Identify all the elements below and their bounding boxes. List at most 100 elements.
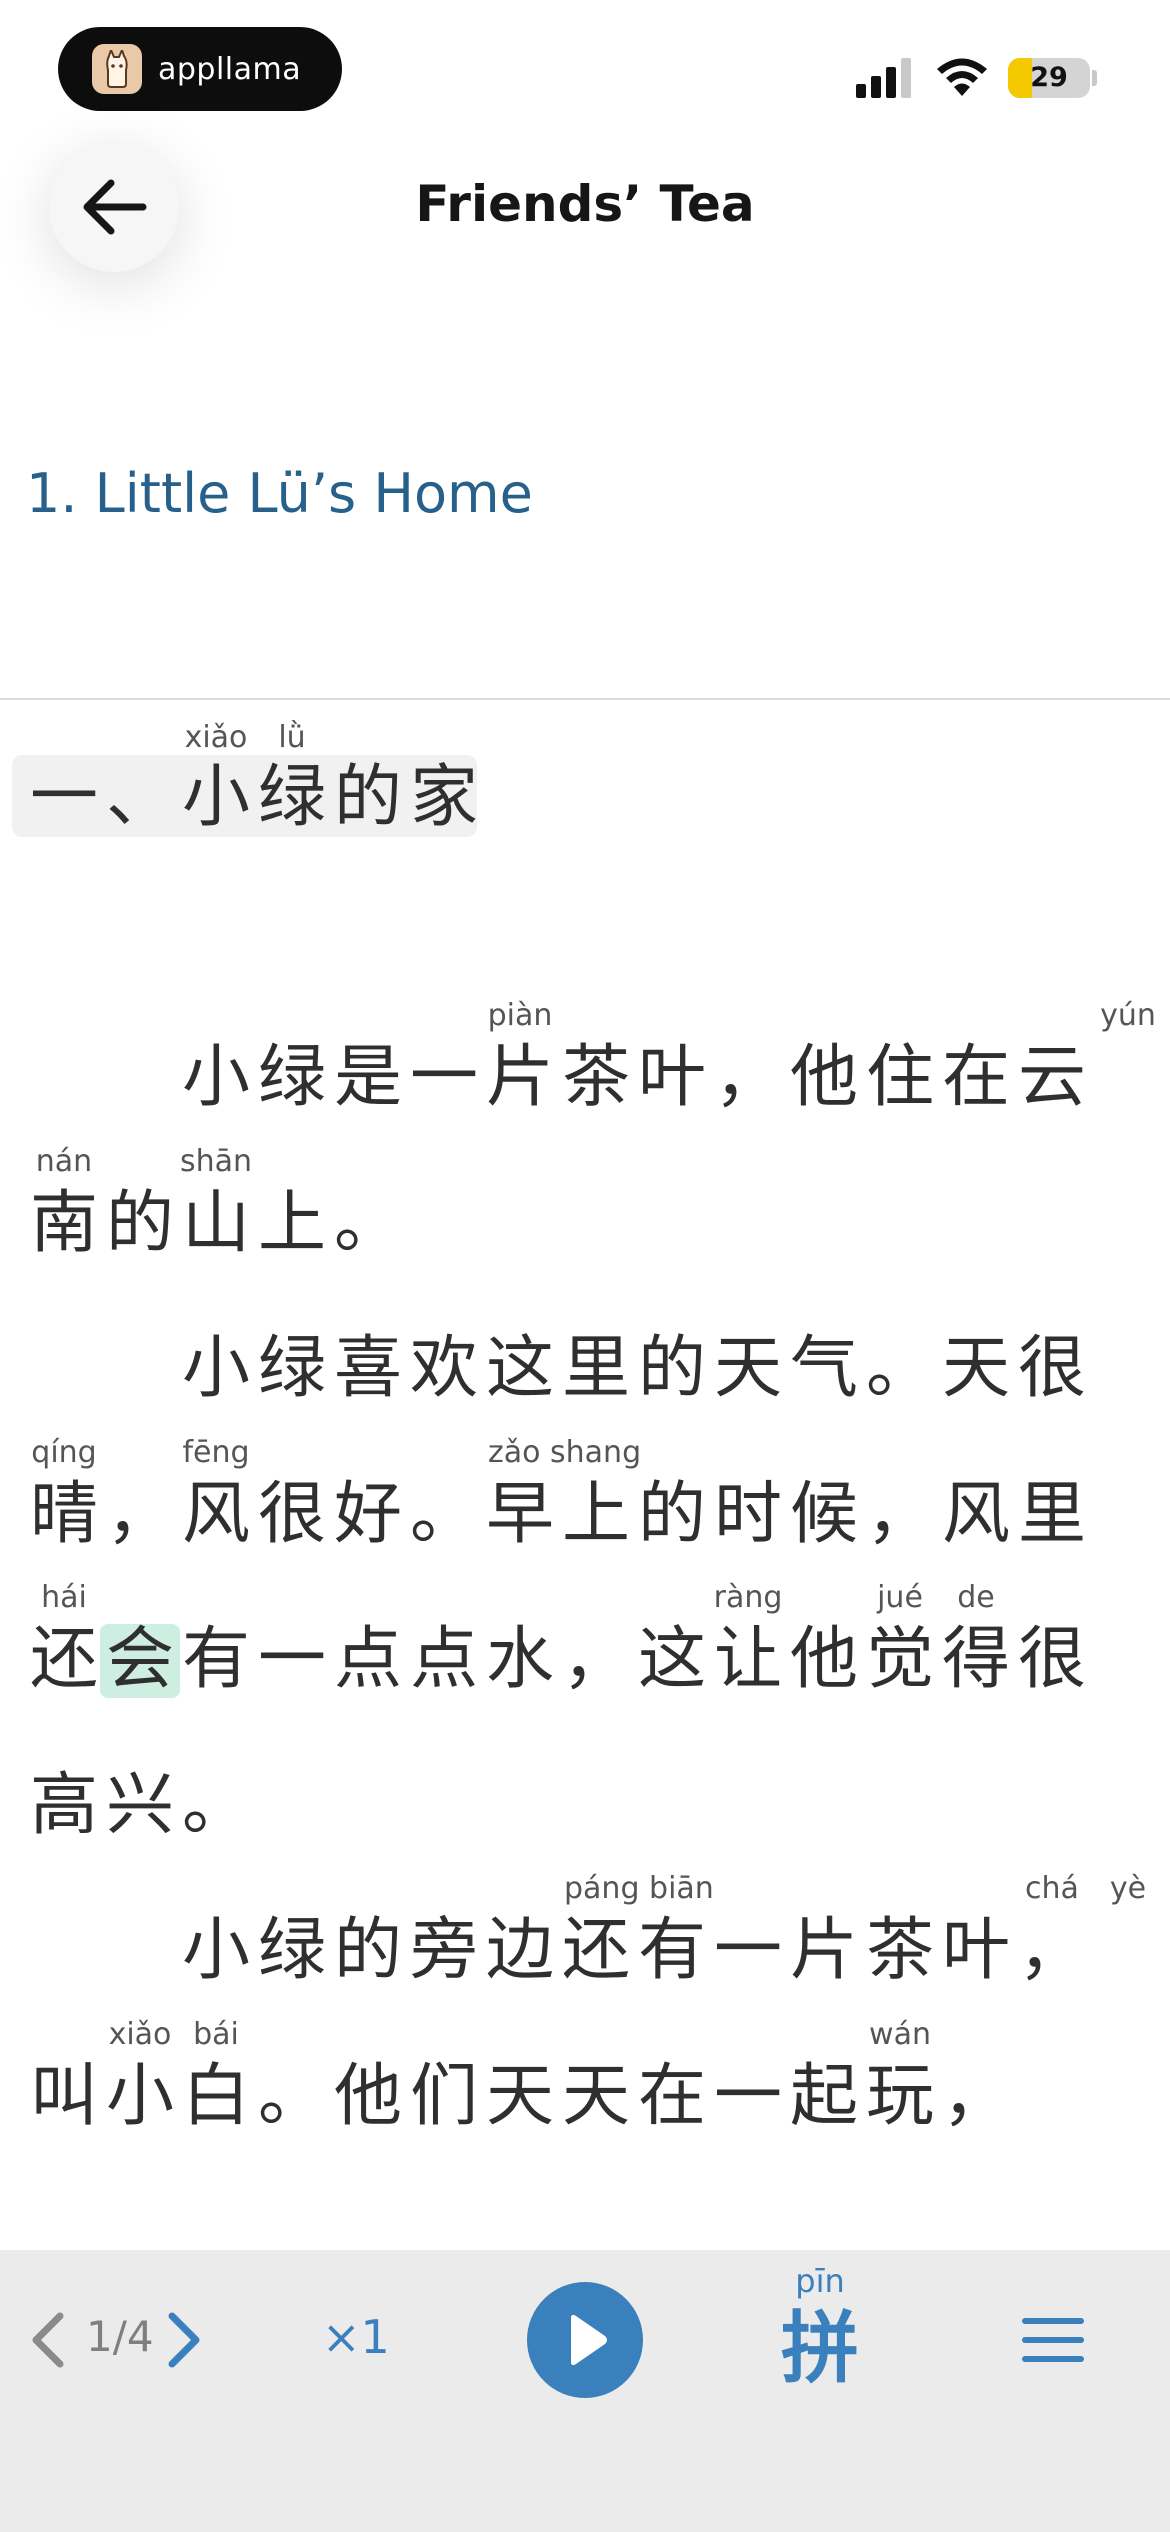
text-character[interactable]: 的	[102, 1186, 178, 1262]
text-character[interactable]: 绿	[254, 1331, 330, 1407]
text-character[interactable]: 天	[938, 1331, 1014, 1407]
text-character[interactable]: 有	[634, 1913, 710, 1989]
text-character[interactable]: 叶	[938, 1913, 1014, 1989]
text-character[interactable]: ，	[862, 1477, 938, 1553]
text-character[interactable]: 是	[330, 1040, 406, 1116]
text-character[interactable]: 高	[26, 1768, 102, 1844]
text-character[interactable]: 候	[786, 1477, 862, 1553]
text-character[interactable]: ，	[558, 1622, 634, 1698]
heading-character[interactable]: 家	[406, 760, 482, 836]
text-character[interactable]: 他	[330, 2059, 406, 2135]
text-character[interactable]: 玩	[862, 2059, 938, 2135]
text-character[interactable]: 点	[330, 1622, 406, 1698]
text-character[interactable]: 云	[1014, 1040, 1090, 1116]
heading-character[interactable]: 、	[102, 760, 178, 836]
text-character[interactable]: 喜	[330, 1331, 406, 1407]
text-character[interactable]: 上	[254, 1186, 330, 1262]
chevron-right-icon[interactable]	[158, 2310, 208, 2370]
play-button[interactable]	[527, 2282, 643, 2398]
text-character[interactable]: 这	[482, 1331, 558, 1407]
text-character[interactable]: 有	[178, 1622, 254, 1698]
text-character[interactable]: 风	[178, 1477, 254, 1553]
heading-character[interactable]: 一	[26, 760, 102, 836]
text-character[interactable]: 绿	[254, 1913, 330, 1989]
text-character[interactable]: 他	[786, 1622, 862, 1698]
text-character[interactable]: 旁	[406, 1913, 482, 1989]
text-character[interactable]: 天	[482, 2059, 558, 2135]
text-character[interactable]: 们	[406, 2059, 482, 2135]
text-character[interactable]: 会	[102, 1622, 178, 1698]
heading-character[interactable]: 小	[178, 760, 254, 836]
heading-character[interactable]: 的	[330, 760, 406, 836]
text-character[interactable]: 小	[178, 1040, 254, 1116]
text-character[interactable]: 山	[178, 1186, 254, 1262]
text-character[interactable]: 片	[482, 1040, 558, 1116]
text-character[interactable]: ，	[710, 1040, 786, 1116]
text-character[interactable]: 还	[26, 1622, 102, 1698]
speed-button[interactable]: ×1	[322, 2310, 390, 2364]
text-character[interactable]: 一	[254, 1622, 330, 1698]
text-character[interactable]: ，	[938, 2059, 1014, 2135]
text-character[interactable]: 很	[1014, 1622, 1090, 1698]
text-character[interactable]: 一	[710, 2059, 786, 2135]
menu-icon[interactable]	[1018, 2308, 1088, 2372]
text-character[interactable]: 里	[558, 1331, 634, 1407]
pinyin-toggle-button[interactable]: pīn 拼	[760, 2260, 880, 2410]
text-character[interactable]: ，	[102, 1477, 178, 1553]
text-character[interactable]: 水	[482, 1622, 558, 1698]
text-character[interactable]: 小	[178, 1913, 254, 1989]
text-character[interactable]: 好	[330, 1477, 406, 1553]
text-character[interactable]: 。	[862, 1331, 938, 1407]
text-character[interactable]: 晴	[26, 1477, 102, 1553]
text-character[interactable]: 。	[254, 2059, 330, 2135]
text-character[interactable]: 得	[938, 1622, 1014, 1698]
text-character[interactable]: ，	[1014, 1913, 1090, 1989]
text-character[interactable]: 。	[406, 1477, 482, 1553]
text-character[interactable]: 的	[330, 1913, 406, 1989]
text-character[interactable]: 住	[862, 1040, 938, 1116]
text-character[interactable]: 上	[558, 1477, 634, 1553]
chapter-title[interactable]: 1. Little Lü’s Home	[26, 462, 533, 525]
text-character[interactable]: 点	[406, 1622, 482, 1698]
text-character[interactable]: 的	[634, 1477, 710, 1553]
text-character[interactable]: 天	[710, 1331, 786, 1407]
text-character[interactable]: 觉	[862, 1622, 938, 1698]
text-character[interactable]: 天	[558, 2059, 634, 2135]
text-character[interactable]: 风	[938, 1477, 1014, 1553]
text-character[interactable]: 片	[786, 1913, 862, 1989]
text-character[interactable]: 。	[330, 1186, 406, 1262]
text-character[interactable]: 绿	[254, 1040, 330, 1116]
text-character[interactable]: 小	[178, 1331, 254, 1407]
text-character[interactable]: 起	[786, 2059, 862, 2135]
text-character[interactable]: 一	[406, 1040, 482, 1116]
text-character[interactable]: 还	[558, 1913, 634, 1989]
pinyin-annotation: bái	[193, 2017, 239, 2052]
text-character[interactable]: 很	[1014, 1331, 1090, 1407]
text-character[interactable]: 叶	[634, 1040, 710, 1116]
text-character[interactable]: 。	[178, 1768, 254, 1844]
text-character[interactable]: 一	[710, 1913, 786, 1989]
text-character[interactable]: 的	[634, 1331, 710, 1407]
text-character[interactable]: 白	[178, 2059, 254, 2135]
back-button[interactable]	[49, 142, 179, 272]
text-character[interactable]: 欢	[406, 1331, 482, 1407]
text-character[interactable]: 叫	[26, 2059, 102, 2135]
text-character[interactable]: 让	[710, 1622, 786, 1698]
text-character[interactable]: 早	[482, 1477, 558, 1553]
text-character[interactable]: 气	[786, 1331, 862, 1407]
text-character[interactable]: 他	[786, 1040, 862, 1116]
text-character[interactable]: 这	[634, 1622, 710, 1698]
text-character[interactable]: 兴	[102, 1768, 178, 1844]
text-character[interactable]: 很	[254, 1477, 330, 1553]
text-character[interactable]: 里	[1014, 1477, 1090, 1553]
text-character[interactable]: 时	[710, 1477, 786, 1553]
text-character[interactable]: 南	[26, 1186, 102, 1262]
text-character[interactable]: 小	[102, 2059, 178, 2135]
text-character[interactable]: 在	[634, 2059, 710, 2135]
chevron-left-icon[interactable]	[24, 2310, 74, 2370]
text-character[interactable]: 在	[938, 1040, 1014, 1116]
heading-character[interactable]: 绿	[254, 760, 330, 836]
text-character[interactable]: 茶	[862, 1913, 938, 1989]
text-character[interactable]: 茶	[558, 1040, 634, 1116]
text-character[interactable]: 边	[482, 1913, 558, 1989]
